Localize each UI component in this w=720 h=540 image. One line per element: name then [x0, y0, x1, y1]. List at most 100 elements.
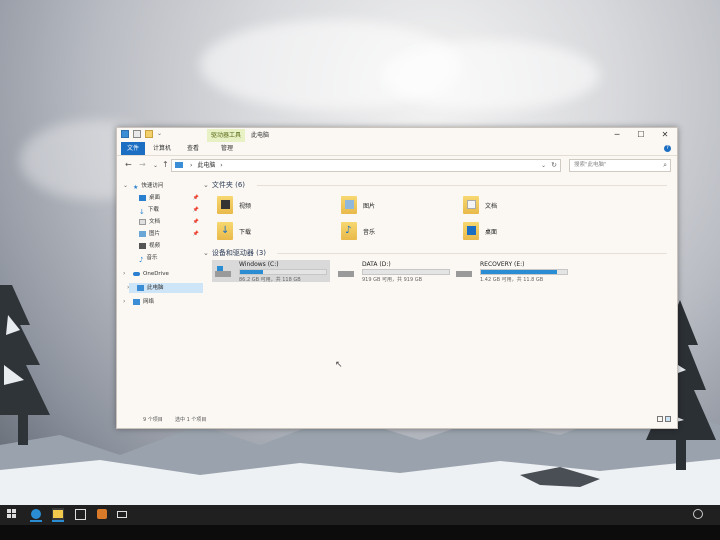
tray-help[interactable]	[692, 508, 704, 520]
pc-icon[interactable]	[121, 130, 129, 138]
tab-view[interactable]: 查看	[183, 142, 203, 155]
item-count: 9 个项目	[143, 417, 163, 423]
collapse-chevron-icon[interactable]: ⌄	[203, 249, 209, 257]
status-bar: 9 个项目 选中 1 个项目	[117, 414, 677, 426]
window-controls: ─ ☐ ✕	[605, 128, 677, 142]
mail-icon	[117, 511, 127, 518]
tab-file[interactable]: 文件	[121, 142, 146, 155]
section-divider	[257, 185, 667, 186]
drive-space-info: 919 GB 可用，共 919 GB	[362, 277, 423, 283]
qat-dropdown-icon[interactable]: ⌄	[157, 130, 163, 138]
details-view-icon[interactable]	[657, 416, 663, 422]
nav-onedrive[interactable]: › OneDrive	[123, 269, 169, 279]
view-switcher	[657, 416, 671, 422]
back-button[interactable]: ←	[125, 160, 132, 169]
expand-chevron-icon[interactable]: ›	[127, 283, 129, 293]
nav-item-pictures[interactable]: 图片 📌	[139, 229, 199, 239]
folder-label: 下载	[239, 229, 252, 236]
nav-item-videos[interactable]: 视频	[139, 241, 160, 251]
drive-usage-bar	[480, 269, 568, 275]
pin-icon: 📌	[192, 195, 199, 201]
nav-item-label: 文档	[149, 219, 161, 225]
folders-section-title: 文件夹 (6)	[211, 181, 246, 189]
taskbar-edge[interactable]	[30, 508, 42, 522]
folder-label: 视频	[239, 203, 252, 210]
properties-icon[interactable]	[133, 130, 141, 138]
maximize-button[interactable]: ☐	[629, 128, 653, 142]
downloads-folder-icon: ↓	[217, 222, 233, 240]
taskbar-mail[interactable]	[116, 508, 128, 520]
up-button[interactable]: ↑	[162, 160, 169, 169]
drive-d[interactable]: DATA (D:) 919 GB 可用，共 919 GB	[335, 260, 453, 283]
drive-usage-fill	[240, 270, 264, 274]
close-button[interactable]: ✕	[653, 128, 677, 142]
pictures-folder-icon	[341, 196, 357, 214]
cloud-icon	[133, 271, 140, 276]
nav-item-documents[interactable]: 文档 📌	[139, 217, 199, 227]
drives-section-header[interactable]: ⌄ 设备和驱动器 (3)	[203, 248, 266, 258]
expand-chevron-icon[interactable]: ›	[123, 269, 125, 279]
folders-section-header[interactable]: ⌄ 文件夹 (6)	[203, 180, 245, 190]
refresh-icon[interactable]: ↻	[551, 160, 557, 171]
download-icon: ↓	[139, 207, 145, 216]
address-row: ← → ⌄ ↑ › 此电脑 › ⌄ ↻ 搜索"此电脑" ⌕	[117, 156, 677, 174]
nav-this-pc-label: 此电脑	[147, 285, 164, 291]
drive-name: RECOVERY (E:)	[480, 261, 525, 268]
nav-network[interactable]: › 网络	[123, 297, 155, 307]
recent-locations-button[interactable]: ⌄	[153, 162, 158, 169]
desktop-icon	[139, 194, 146, 201]
computer-icon	[137, 284, 144, 291]
nav-network-label: 网络	[143, 299, 155, 305]
forward-button[interactable]: →	[139, 160, 146, 169]
desktop-folder-icon	[463, 222, 479, 240]
new-folder-icon[interactable]	[145, 130, 153, 138]
nav-item-label: 图片	[149, 231, 161, 237]
drive-e[interactable]: RECOVERY (E:) 1.42 GB 可用，共 11.8 GB	[453, 260, 571, 283]
search-icon: ⌕	[663, 161, 667, 169]
context-tab-drive-tools[interactable]: 驱动器工具	[207, 129, 246, 142]
address-dropdown-icon[interactable]: ⌄	[541, 160, 546, 171]
drive-space-info: 86.2 GB 可用，共 118 GB	[239, 277, 301, 283]
nav-item-label: 桌面	[149, 195, 161, 201]
taskbar	[0, 505, 720, 525]
help-icon[interactable]: ?	[664, 145, 671, 152]
minimize-button[interactable]: ─	[605, 128, 629, 142]
pin-icon: 📌	[192, 231, 199, 237]
folder-label: 文档	[485, 203, 498, 210]
crumb-separator: ›	[190, 162, 193, 169]
taskbar-store[interactable]	[74, 508, 86, 520]
breadcrumb[interactable]: › 此电脑 ›	[190, 160, 223, 171]
nav-item-music[interactable]: ♪ 音乐	[139, 253, 157, 264]
videos-folder-icon	[217, 196, 233, 214]
address-bar[interactable]: › 此电脑 › ⌄ ↻	[171, 159, 561, 172]
nav-item-desktop[interactable]: 桌面 📌	[139, 193, 199, 203]
mouse-cursor-icon: ↖	[335, 360, 343, 370]
monitor-bezel	[0, 525, 720, 540]
file-explorer-window: ⌄ 驱动器工具 此电脑 ─ ☐ ✕ 文件 计算机 查看 管理 ? ← → ⌄ ↑…	[116, 127, 678, 429]
folder-label: 桌面	[485, 229, 498, 236]
start-button[interactable]	[6, 508, 18, 520]
drive-c[interactable]: Windows (C:) 86.2 GB 可用，共 118 GB	[212, 260, 330, 283]
folder-label: 音乐	[363, 229, 376, 236]
quick-access-toolbar: ⌄	[121, 130, 163, 138]
crumb-this-pc[interactable]: 此电脑	[197, 162, 215, 169]
nav-item-downloads[interactable]: ↓ 下载 📌	[139, 205, 199, 216]
nav-quick-access[interactable]: ⌄ ★ 快速访问	[123, 181, 164, 191]
expand-chevron-icon[interactable]: ›	[123, 297, 125, 307]
section-divider	[277, 253, 667, 254]
drive-usage-bar	[362, 269, 450, 275]
tab-computer[interactable]: 计算机	[149, 142, 175, 155]
expand-chevron-icon[interactable]: ⌄	[123, 181, 128, 191]
collapse-chevron-icon[interactable]: ⌄	[203, 181, 209, 189]
taskbar-shield-app[interactable]	[96, 508, 108, 520]
drive-name: Windows (C:)	[239, 261, 279, 268]
search-box[interactable]: 搜索"此电脑" ⌕	[569, 159, 671, 172]
nav-this-pc[interactable]: › 此电脑	[127, 283, 203, 293]
tab-manage[interactable]: 管理	[217, 142, 237, 155]
nav-quick-access-label: 快速访问	[141, 183, 164, 189]
nav-item-label: 下载	[147, 207, 159, 213]
windows-logo-icon	[7, 509, 16, 518]
large-icons-view-icon[interactable]	[665, 416, 671, 422]
store-icon	[75, 509, 86, 520]
taskbar-file-explorer[interactable]	[52, 508, 64, 522]
